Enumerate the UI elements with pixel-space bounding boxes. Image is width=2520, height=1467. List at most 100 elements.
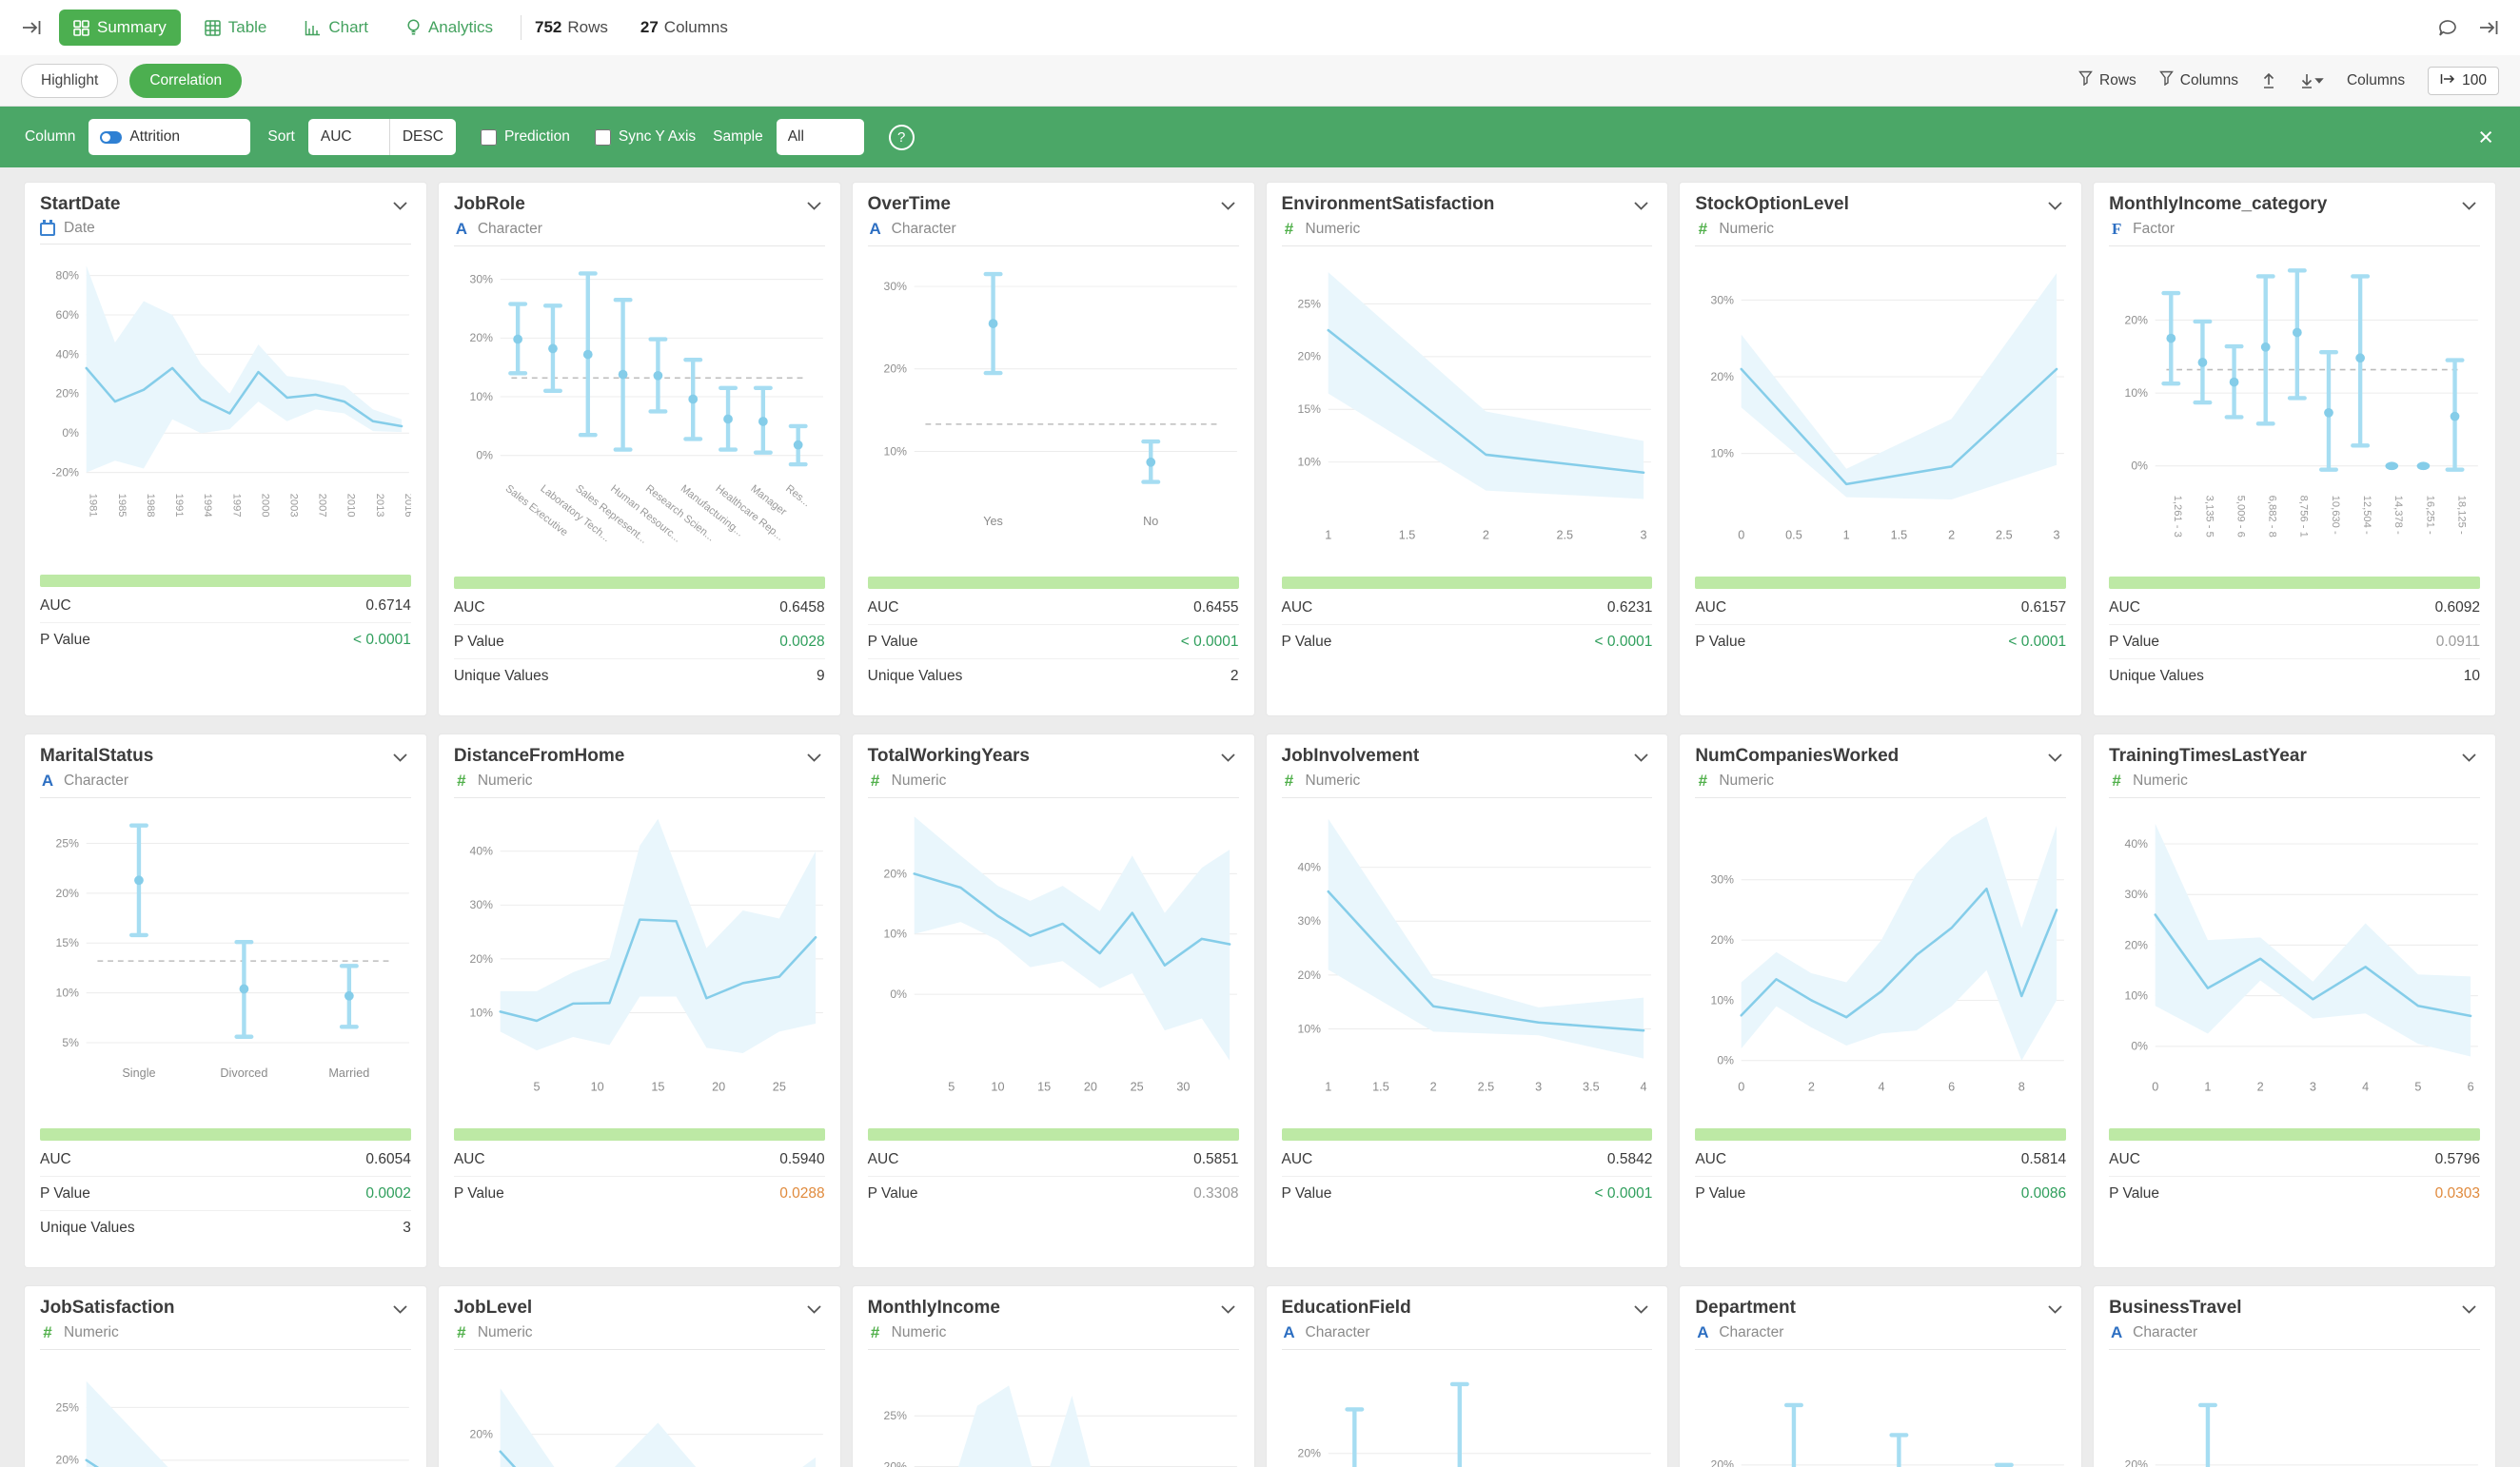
sync-y-axis-checkbox[interactable]: Sync Y Axis — [595, 128, 696, 146]
collapse-left-icon[interactable] — [21, 18, 42, 37]
stat-row: P Value0.0303 — [2109, 1177, 2480, 1210]
column-title: Department — [1695, 1298, 1796, 1319]
chevron-down-icon[interactable] — [2044, 194, 2066, 219]
svg-text:20%: 20% — [883, 867, 907, 880]
upload-icon[interactable] — [2261, 72, 2276, 88]
chevron-down-icon[interactable] — [1630, 194, 1652, 219]
sort-select[interactable]: AUC — [308, 119, 390, 155]
svg-text:0%: 0% — [476, 449, 493, 462]
stat-label: P Value — [2109, 1185, 2159, 1203]
column-stats: AUC0.5851P Value0.3308 — [868, 1143, 1239, 1210]
svg-text:20%: 20% — [1711, 370, 1735, 383]
tab-analytics[interactable]: Analytics — [392, 10, 507, 46]
stat-row: AUC0.6714 — [40, 589, 411, 623]
stat-value: 0.0911 — [2436, 634, 2480, 651]
svg-text:Res...: Res... — [783, 483, 812, 509]
target-column-select[interactable]: Attrition — [89, 119, 250, 155]
stat-row: Unique Values10 — [2109, 659, 2480, 693]
highlight-pill[interactable]: Highlight — [21, 64, 118, 98]
column-card: EducationField A Character 20%15%10% — [1267, 1286, 1668, 1467]
sample-select[interactable]: All — [777, 119, 864, 155]
svg-text:2: 2 — [1429, 1080, 1436, 1093]
chevron-down-icon[interactable] — [1217, 1298, 1239, 1322]
column-card: MaritalStatus A Character 25%20%15%10%5%… — [25, 734, 426, 1267]
svg-text:2013: 2013 — [374, 494, 385, 518]
stat-value: 0.6714 — [365, 597, 410, 615]
correlation-pill[interactable]: Correlation — [129, 64, 242, 98]
chevron-down-icon[interactable] — [803, 1298, 825, 1322]
chevron-down-icon[interactable] — [2458, 746, 2480, 771]
prediction-checkbox[interactable]: Prediction — [481, 128, 570, 146]
stat-value: 0.0288 — [779, 1185, 824, 1203]
column-label: Column — [25, 128, 75, 146]
stat-value: 0.6458 — [779, 599, 824, 616]
chevron-down-icon[interactable] — [803, 746, 825, 771]
sync-y-axis-checkbox-input[interactable] — [595, 129, 611, 146]
column-card: MonthlyIncome_category F Factor 20%10%0%… — [2094, 183, 2495, 715]
tab-summary[interactable]: Summary — [59, 10, 181, 46]
column-chart: 25%20%15%10%5%SingleDivorcedMarried — [40, 800, 411, 1124]
chevron-down-icon[interactable] — [389, 194, 411, 219]
help-icon[interactable]: ? — [889, 125, 915, 150]
stat-value: 0.5940 — [779, 1151, 824, 1168]
comment-icon[interactable] — [2438, 19, 2457, 37]
divider — [40, 797, 411, 798]
svg-text:6,882 - 8: 6,882 - 8 — [2267, 496, 2278, 538]
svg-text:2003: 2003 — [287, 494, 299, 518]
columns-filter-button[interactable]: Columns — [2159, 70, 2238, 90]
chevron-down-icon[interactable] — [1217, 194, 1239, 219]
columns-limit-button[interactable]: 100 — [2428, 67, 2499, 95]
svg-text:25%: 25% — [56, 836, 80, 850]
svg-text:2007: 2007 — [317, 494, 328, 518]
sort-direction-select[interactable]: DESC — [390, 119, 456, 155]
svg-text:30%: 30% — [2125, 888, 2149, 901]
numeric-icon: # — [454, 1323, 469, 1342]
collapse-right-icon[interactable] — [2478, 18, 2499, 37]
chevron-down-icon[interactable] — [389, 746, 411, 771]
chevron-down-icon[interactable] — [1630, 1298, 1652, 1322]
chevron-down-icon[interactable] — [2044, 746, 2066, 771]
download-icon[interactable] — [2299, 72, 2324, 88]
svg-text:6: 6 — [1948, 1080, 1955, 1093]
svg-text:2.5: 2.5 — [1477, 1080, 1494, 1093]
svg-text:10%: 10% — [2125, 386, 2149, 400]
stat-label: P Value — [2109, 634, 2159, 651]
chevron-down-icon[interactable] — [2044, 1298, 2066, 1322]
svg-text:40%: 40% — [469, 845, 493, 858]
column-title: StockOptionLevel — [1695, 194, 1849, 215]
svg-text:1985: 1985 — [116, 494, 128, 518]
stat-row: AUC0.5814 — [1695, 1143, 2066, 1177]
tab-chart[interactable]: Chart — [290, 10, 383, 46]
stat-value: 0.6455 — [1193, 599, 1238, 616]
stat-row: P Value< 0.0001 — [1695, 625, 2066, 658]
column-stats: AUC0.5842P Value< 0.0001 — [1282, 1143, 1653, 1210]
stat-value: 0.6231 — [1607, 599, 1652, 616]
chevron-down-icon[interactable] — [803, 194, 825, 219]
chevron-down-icon[interactable] — [2458, 1298, 2480, 1322]
rows-filter-button[interactable]: Rows — [2078, 70, 2136, 90]
chevron-down-icon[interactable] — [389, 1298, 411, 1322]
chevron-down-icon[interactable] — [1217, 746, 1239, 771]
stat-value: < 0.0001 — [2008, 634, 2066, 651]
funnel-icon — [2159, 70, 2174, 90]
stat-label: AUC — [454, 1151, 485, 1168]
svg-text:2: 2 — [1482, 528, 1488, 541]
numeric-icon: # — [868, 1323, 883, 1342]
tab-table[interactable]: Table — [190, 10, 282, 46]
funnel-icon — [2078, 70, 2093, 90]
stat-value: 10 — [2464, 668, 2480, 685]
svg-text:1: 1 — [1325, 1080, 1331, 1093]
chevron-down-icon[interactable] — [2458, 194, 2480, 219]
svg-text:2: 2 — [1948, 528, 1955, 541]
character-icon: A — [1695, 1323, 1710, 1342]
svg-text:20%: 20% — [469, 952, 493, 966]
svg-text:3: 3 — [1640, 528, 1646, 541]
close-icon[interactable]: × — [2471, 125, 2501, 150]
chevron-down-icon[interactable] — [1630, 746, 1652, 771]
tab-chart-label: Chart — [328, 18, 368, 37]
prediction-checkbox-input[interactable] — [481, 129, 497, 146]
svg-text:10%: 10% — [1711, 993, 1735, 1007]
view-tabs: Summary Table Chart Analytics — [59, 10, 507, 46]
svg-text:Single: Single — [122, 1066, 155, 1080]
lightbulb-icon — [406, 19, 421, 36]
